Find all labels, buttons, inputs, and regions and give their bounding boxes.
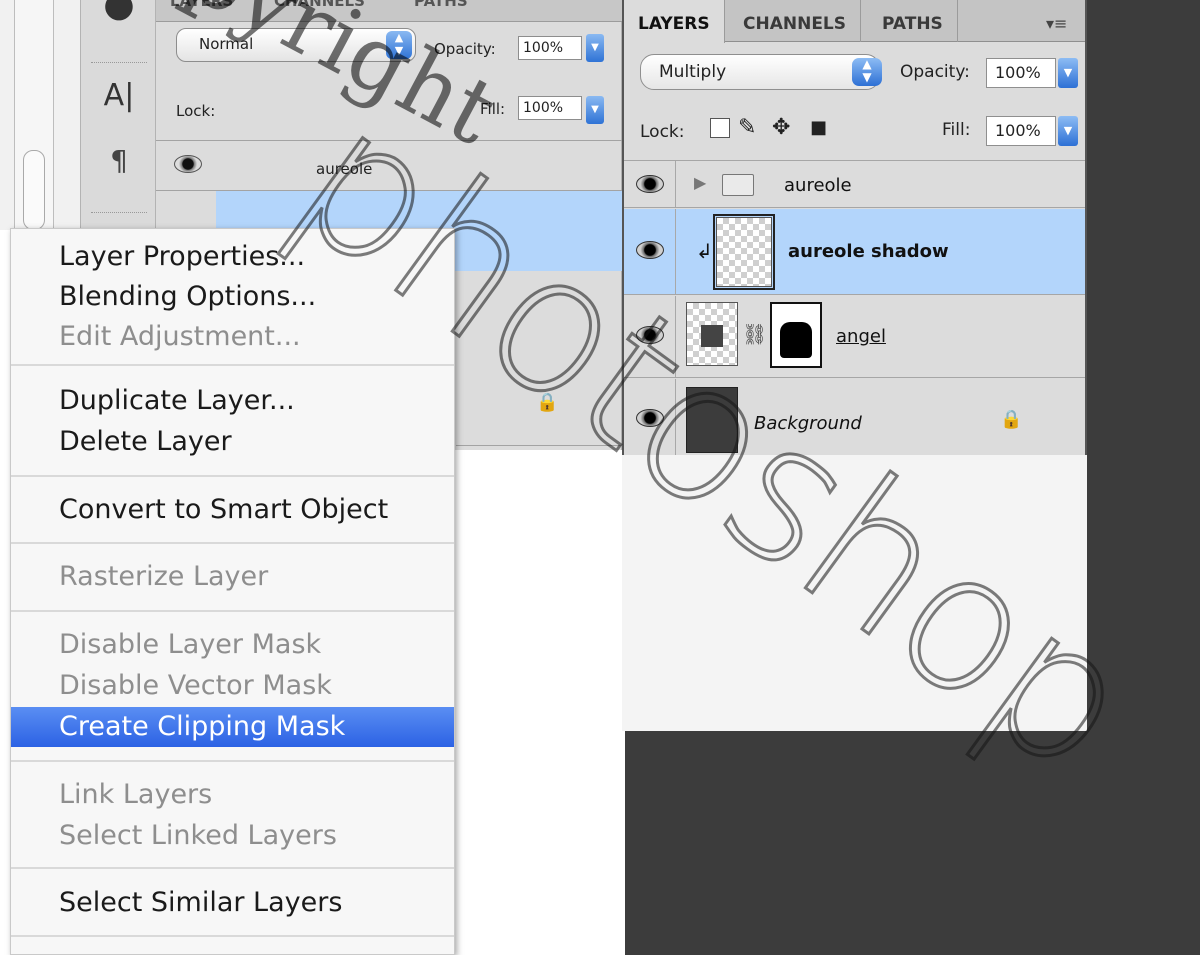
- menu-item-select-similar-layers[interactable]: Select Similar Layers: [11, 883, 454, 923]
- layer-thumbnail[interactable]: [686, 302, 738, 366]
- tab-layers[interactable]: LAYERS: [170, 0, 233, 10]
- blend-mode-select[interactable]: Normal: [176, 28, 416, 62]
- panel-menu-icon[interactable]: ▾≡: [1046, 14, 1067, 33]
- visibility-eye-icon[interactable]: [636, 241, 664, 259]
- lock-position-icon[interactable]: ✥: [772, 117, 790, 139]
- opacity-label: Opacity:: [434, 40, 496, 58]
- blend-mode-stepper-icon[interactable]: ▲ ▼: [852, 58, 882, 86]
- tool-separator: [91, 212, 147, 215]
- menu-item-blending-options[interactable]: Blending Options...: [11, 277, 454, 317]
- lock-image-pixels-icon[interactable]: ✎: [738, 117, 756, 139]
- visibility-eye-icon[interactable]: [636, 175, 664, 193]
- fill-field[interactable]: 100%: [518, 96, 582, 120]
- dock-frame: [14, 0, 54, 240]
- layer-row-background[interactable]: Background 🔒: [624, 379, 1085, 455]
- clipping-arrow-icon: ↲: [696, 239, 713, 263]
- tool-separator: [91, 62, 147, 65]
- disclosure-triangle-icon[interactable]: ▶: [694, 173, 706, 192]
- layer-name: angel: [836, 326, 886, 347]
- menu-separator: [11, 364, 454, 366]
- opacity-label: Opacity:: [900, 62, 970, 82]
- lock-icon: 🔒: [536, 392, 559, 413]
- blend-mode-select[interactable]: Multiply: [640, 54, 880, 90]
- opacity-dropdown-icon[interactable]: ▼: [586, 34, 604, 62]
- link-chain-icon[interactable]: ⛓: [742, 322, 767, 346]
- divider: [156, 140, 622, 141]
- menu-item-delete-layer[interactable]: Delete Layer: [11, 422, 454, 462]
- visibility-cell: [624, 209, 676, 294]
- menu-separator: [11, 542, 454, 544]
- fill-label: Fill:: [480, 100, 506, 118]
- tab-channels[interactable]: CHANNELS: [729, 0, 862, 42]
- menu-separator: [11, 935, 454, 937]
- opacity-dropdown-icon[interactable]: ▼: [1058, 58, 1078, 88]
- menu-item-link-layers: Link Layers: [59, 779, 213, 810]
- layer-thumbnail[interactable]: [686, 387, 738, 453]
- lock-transparent-pixels-icon[interactable]: [710, 118, 730, 138]
- dock-collapse-handle[interactable]: [23, 150, 45, 230]
- layer-name-aureole[interactable]: aureole: [316, 160, 372, 178]
- visibility-eye-icon[interactable]: [174, 155, 202, 173]
- opacity-field[interactable]: 100%: [986, 58, 1056, 88]
- fill-label: Fill:: [942, 120, 971, 140]
- layer-row-angel[interactable]: ⛓ angel: [624, 296, 1085, 378]
- folder-icon: [722, 174, 754, 196]
- fill-field[interactable]: 100%: [986, 116, 1056, 146]
- tab-paths[interactable]: PATHS: [868, 0, 958, 42]
- layer-mask-thumbnail[interactable]: [770, 302, 822, 368]
- menu-item-convert-to-smart-object[interactable]: Convert to Smart Object: [11, 490, 454, 530]
- layer-lock-icon: 🔒: [1000, 409, 1023, 430]
- layers-panel: LAYERS CHANNELS PATHS ▾≡ Multiply ▲ ▼ Opa…: [622, 0, 1087, 455]
- visibility-cell: [624, 161, 676, 207]
- layer-row-aureole[interactable]: ▶ aureole: [624, 160, 1085, 208]
- tab-layers[interactable]: LAYERS: [624, 0, 725, 43]
- layer-name: aureole shadow: [788, 241, 949, 262]
- layer-name: aureole: [784, 175, 852, 196]
- menu-separator: [11, 760, 454, 762]
- layer-row-aureole-shadow[interactable]: ↲ aureole shadow: [624, 209, 1085, 295]
- panel-tab-bar: LAYERS CHANNELS PATHS ▾≡: [624, 0, 1085, 43]
- divider: [456, 445, 622, 446]
- menu-item-layer-properties[interactable]: Layer Properties...: [11, 237, 454, 277]
- menu-separator: [11, 475, 454, 477]
- paragraph-panel-icon[interactable]: ¶: [81, 144, 157, 177]
- panel-tab-bar: LAYERS CHANNELS PATHS: [156, 0, 622, 22]
- visibility-eye-icon[interactable]: [636, 326, 664, 344]
- menu-item-select-linked-layers: Select Linked Layers: [59, 820, 337, 851]
- blend-mode-stepper-icon[interactable]: ▲ ▼: [386, 31, 412, 59]
- fill-dropdown-icon[interactable]: ▼: [586, 96, 604, 124]
- menu-item-duplicate-layer[interactable]: Duplicate Layer...: [11, 381, 454, 421]
- fill-dropdown-icon[interactable]: ▼: [1058, 116, 1078, 146]
- menu-item-disable-vector-mask: Disable Vector Mask: [59, 670, 332, 701]
- menu-item-create-clipping-mask[interactable]: Create Clipping Mask: [11, 707, 454, 747]
- visibility-eye-icon[interactable]: [636, 409, 664, 427]
- layer-thumbnail[interactable]: [713, 214, 775, 290]
- menu-separator: [11, 867, 454, 869]
- blend-mode-value: Multiply: [659, 62, 727, 82]
- angel-figure-image: [701, 325, 723, 347]
- blend-mode-value: Normal: [199, 35, 254, 53]
- lock-all-icon[interactable]: ■: [810, 117, 827, 139]
- menu-item-disable-layer-mask: Disable Layer Mask: [59, 629, 322, 660]
- lock-label: Lock:: [640, 122, 685, 142]
- layer-name: Background: [754, 413, 862, 434]
- tab-paths[interactable]: PATHS: [414, 0, 468, 10]
- menu-separator: [11, 610, 454, 612]
- panel-icon-column: ● A| ¶: [80, 0, 156, 240]
- mask-shape: [780, 322, 812, 358]
- lock-label: Lock:: [176, 102, 216, 120]
- layer-context-menu: Layer Properties... Blending Options... …: [10, 228, 455, 955]
- tab-channels[interactable]: CHANNELS: [274, 0, 365, 10]
- info-panel-icon[interactable]: ●: [81, 0, 157, 25]
- opacity-field[interactable]: 100%: [518, 36, 582, 60]
- menu-item-rasterize-layer: Rasterize Layer: [59, 561, 269, 592]
- character-panel-icon[interactable]: A|: [81, 78, 157, 113]
- visibility-cell: [624, 379, 676, 455]
- visibility-cell: [624, 296, 676, 377]
- panel-empty-area: [622, 455, 1087, 731]
- menu-item-edit-adjustment: Edit Adjustment...: [59, 321, 301, 352]
